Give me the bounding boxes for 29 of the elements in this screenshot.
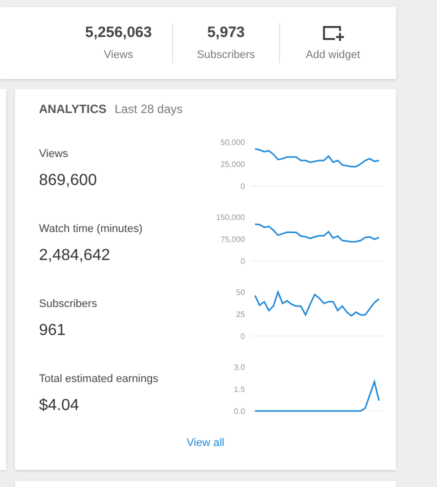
tick-label: 0 bbox=[240, 332, 245, 341]
card-title: ANALYTICS bbox=[39, 101, 107, 118]
stat-value: 5,256,063 bbox=[85, 22, 152, 43]
tick-label: 0 bbox=[240, 257, 245, 266]
tick-label: 0.0 bbox=[234, 407, 245, 416]
metric-value: 869,600 bbox=[39, 170, 97, 190]
stat-label: Subscribers bbox=[196, 48, 256, 63]
metric-value: 961 bbox=[39, 320, 67, 340]
period-label: Last 28 days bbox=[114, 101, 183, 118]
tick-label: 50,000 bbox=[220, 138, 245, 147]
view-all-link[interactable]: View all bbox=[186, 435, 224, 452]
tick-label: 25,000 bbox=[220, 160, 245, 169]
tick-label: 150,000 bbox=[216, 213, 245, 222]
add-widget-link[interactable]: Add widget bbox=[306, 46, 360, 64]
tick-label: 25 bbox=[236, 310, 245, 319]
metric-label: Total estimated earnings bbox=[39, 372, 158, 387]
metric-label: Watch time (minutes) bbox=[39, 222, 143, 237]
metric-label: Views bbox=[39, 147, 70, 162]
tick-label: 75,000 bbox=[220, 235, 245, 244]
metric-value: 2,484,642 bbox=[39, 246, 112, 266]
add-widget-icon[interactable] bbox=[322, 24, 344, 41]
tick-label: 1.5 bbox=[234, 385, 245, 394]
metric-value: $4.04 bbox=[39, 396, 80, 416]
stat-value: 5,973 bbox=[207, 22, 245, 43]
stat-label: Views bbox=[104, 48, 134, 63]
tick-label: 0 bbox=[240, 182, 245, 191]
tick-label: 50 bbox=[236, 288, 245, 297]
tick-label: 3.0 bbox=[234, 363, 245, 372]
metric-label: Subscribers bbox=[39, 297, 98, 312]
